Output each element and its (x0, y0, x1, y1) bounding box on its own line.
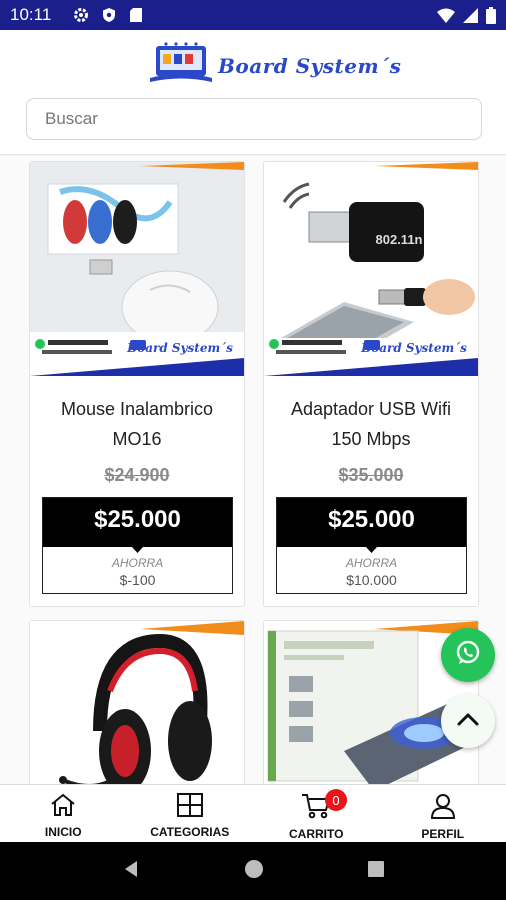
battery-icon (486, 6, 496, 24)
svg-text:Board System´s: Board System´s (126, 341, 233, 355)
user-icon (430, 793, 456, 824)
price-notch (43, 541, 232, 553)
signal-icon (463, 7, 478, 23)
search-input[interactable] (45, 109, 481, 129)
home-icon (50, 793, 76, 822)
status-time: 10:11 (10, 5, 52, 24)
product-title-line1: Mouse Inalambrico (60, 399, 214, 419)
product-card[interactable] (29, 620, 245, 784)
product-title-line1: Adaptador USB Wifi (290, 399, 452, 419)
cart-badge: 0 (325, 789, 347, 811)
nav-label: CATEGORIAS (150, 825, 230, 839)
product-title[interactable]: Adaptador USB Wifi 150 Mbps (264, 394, 478, 454)
recents-square-icon[interactable] (367, 860, 385, 883)
nav-item-carrito[interactable]: 0 CARRITO (253, 785, 380, 842)
price-box: $25.000 AHORRA $-100 (42, 497, 233, 594)
saves-value: $-100 (119, 572, 156, 588)
home-circle-icon[interactable] (244, 859, 264, 884)
app-header: Board System´s (0, 30, 506, 155)
product-image[interactable]: 802.11n Board System´s (264, 162, 478, 376)
sd-card-icon (129, 7, 143, 23)
brand-logo[interactable]: Board System´s (150, 42, 401, 89)
product-price: $25.000 (277, 498, 466, 542)
product-title-line2: 150 Mbps (331, 429, 411, 449)
grid-icon (176, 793, 203, 822)
wifi-icon (437, 8, 455, 23)
nav-label: INICIO (44, 825, 82, 839)
saves-label: AHORRA (111, 556, 164, 570)
scroll-to-top-button[interactable] (441, 694, 495, 748)
nav-label: CARRITO (289, 827, 344, 841)
brand-name: Board System´s (218, 53, 402, 78)
back-icon[interactable] (121, 859, 141, 884)
search-bar[interactable] (26, 98, 482, 140)
nav-item-inicio[interactable]: INICIO (0, 785, 127, 842)
saves-label: AHORRA (345, 556, 398, 570)
nav-item-perfil[interactable]: PERFIL (380, 785, 506, 842)
saves-value: $10.000 (346, 572, 397, 588)
price-notch (277, 541, 466, 553)
product-image[interactable] (30, 621, 244, 784)
settings-gear-icon (73, 7, 89, 23)
product-card[interactable]: 802.11n Board System´s Adaptador USB Wif… (263, 161, 479, 607)
svg-text:802.11n: 802.11n (376, 232, 423, 247)
product-image[interactable]: Board System´s (30, 162, 244, 376)
status-bar: 10:11 (0, 0, 506, 30)
nav-item-categorias[interactable]: CATEGORIAS (127, 785, 254, 842)
svg-text:Board System´s: Board System´s (360, 341, 467, 355)
nav-label: PERFIL (421, 827, 465, 841)
product-price: $25.000 (43, 498, 232, 542)
product-grid: Board System´s Mouse Inalambrico MO16 $2… (0, 156, 506, 784)
bottom-navigation: INICIO CATEGORIAS 0 CARRITO PERFIL (0, 784, 506, 842)
price-box: $25.000 AHORRA $10.000 (276, 497, 467, 594)
whatsapp-icon (454, 639, 482, 672)
product-card[interactable]: Board System´s Mouse Inalambrico MO16 $2… (29, 161, 245, 607)
monitor-logo-icon (150, 42, 212, 89)
product-title-line2: MO16 (112, 429, 162, 449)
system-navigation-bar (0, 842, 506, 900)
product-old-price: $24.900 (104, 465, 170, 485)
shield-icon (101, 7, 117, 23)
product-title[interactable]: Mouse Inalambrico MO16 (30, 394, 244, 454)
whatsapp-button[interactable] (441, 628, 495, 682)
product-old-price: $35.000 (338, 465, 404, 485)
chevron-up-icon (456, 711, 480, 732)
